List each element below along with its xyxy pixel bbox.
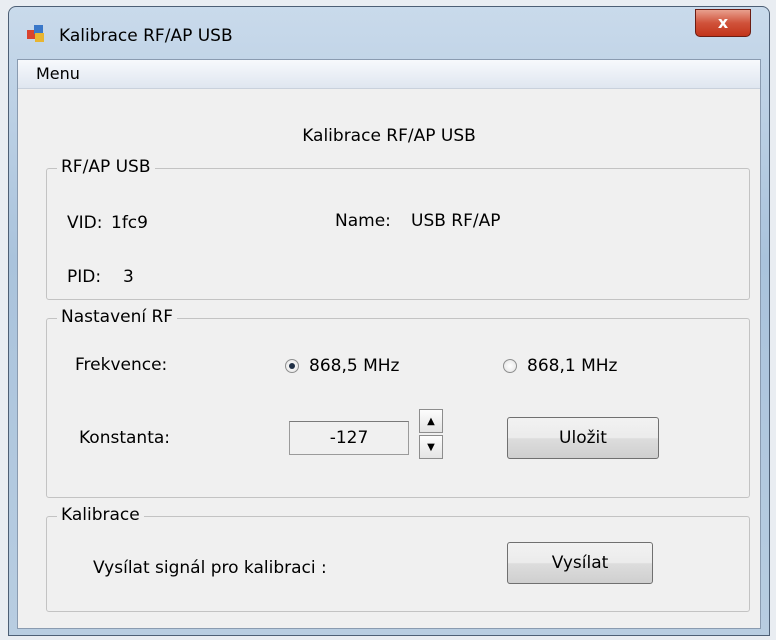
app-icon xyxy=(27,25,44,42)
radio-868-5[interactable]: 868,5 MHz xyxy=(285,356,399,376)
rf-group-legend: Nastavení RF xyxy=(57,307,178,327)
menu-bar: Menu xyxy=(18,60,760,89)
calibration-group-legend: Kalibrace xyxy=(57,505,144,525)
constant-spinner[interactable]: ▲ ▼ xyxy=(419,409,443,459)
rf-settings-group: Nastavení RF Frekvence: 868,5 MHz 868,1 … xyxy=(46,307,750,498)
calibration-group: Kalibrace Vysílat signál pro kalibraci :… xyxy=(46,505,750,612)
vid-label: VID: xyxy=(67,213,103,233)
radio-label-868-5: 868,5 MHz xyxy=(309,356,400,376)
constant-label: Konstanta: xyxy=(79,428,171,448)
radio-868-1[interactable]: 868,1 MHz xyxy=(503,356,617,376)
close-icon: x xyxy=(717,13,729,32)
arrow-up-icon: ▲ xyxy=(427,415,435,427)
device-group-legend: RF/AP USB xyxy=(57,157,155,177)
close-button[interactable]: x xyxy=(695,9,751,37)
device-info-group: RF/AP USB VID: 1fc9 PID: 3 Name: USB RF/… xyxy=(46,157,750,300)
constant-input[interactable]: -127 xyxy=(289,421,409,455)
send-button[interactable]: Vysílat xyxy=(507,542,653,584)
window-title: Kalibrace RF/AP USB xyxy=(59,26,233,46)
spin-down-button[interactable]: ▼ xyxy=(419,435,443,459)
name-value: USB RF/AP xyxy=(411,211,501,231)
name-label: Name: xyxy=(335,211,391,231)
spin-up-button[interactable]: ▲ xyxy=(419,409,443,433)
menu-item-menu[interactable]: Menu xyxy=(36,64,80,83)
dialog-heading: Kalibrace RF/AP USB xyxy=(302,126,476,146)
save-button[interactable]: Uložit xyxy=(507,417,659,459)
title-bar[interactable]: Kalibrace RF/AP USB x xyxy=(9,7,769,59)
radio-label-868-1: 868,1 MHz xyxy=(527,356,618,376)
frequency-label: Frekvence: xyxy=(75,355,168,375)
vid-value: 1fc9 xyxy=(111,213,148,233)
pid-value: 3 xyxy=(123,267,134,287)
calibration-prompt: Vysílat signál pro kalibraci : xyxy=(93,558,327,578)
arrow-down-icon: ▼ xyxy=(427,441,435,453)
app-window: Kalibrace RF/AP USB x Menu Kalibrace RF/… xyxy=(8,6,770,636)
radio-button-unchecked[interactable] xyxy=(503,359,517,373)
radio-button-checked[interactable] xyxy=(285,359,299,373)
dialog-client-area: Menu Kalibrace RF/AP USB RF/AP USB VID: … xyxy=(17,59,761,629)
pid-label: PID: xyxy=(67,267,102,287)
